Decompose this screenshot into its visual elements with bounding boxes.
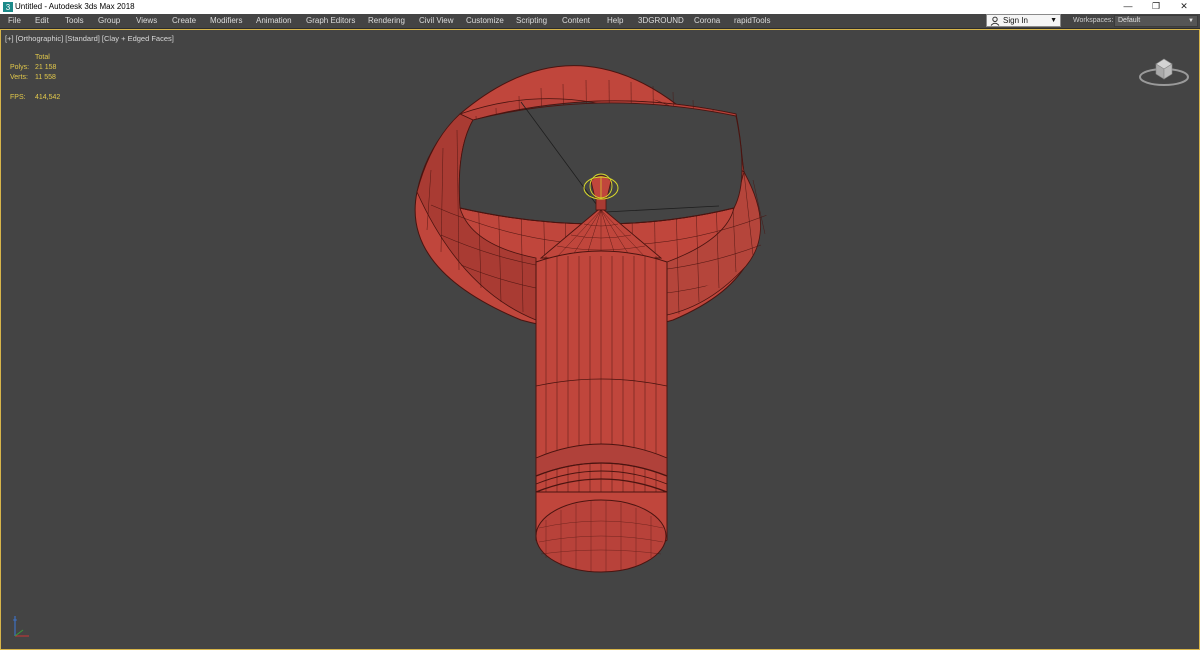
menu-edit[interactable]: Edit (35, 14, 49, 28)
menu-animation[interactable]: Animation (256, 14, 292, 28)
chevron-down-icon: ▼ (1188, 18, 1194, 24)
window-title: Untitled - Autodesk 3ds Max 2018 (15, 2, 135, 11)
menu-views[interactable]: Views (136, 14, 157, 28)
menu-civil-view[interactable]: Civil View (419, 14, 454, 28)
menu-rapidtools[interactable]: rapidTools (734, 14, 770, 28)
minimize-button[interactable]: — (1114, 0, 1142, 14)
user-icon (990, 16, 1000, 26)
menu-rendering[interactable]: Rendering (368, 14, 405, 28)
menu-graph-editors[interactable]: Graph Editors (306, 14, 355, 28)
perspective-viewport[interactable]: [+] [Orthographic] [Standard] [Clay + Ed… (0, 29, 1200, 650)
lamp-body (535, 250, 668, 573)
workspace-value: Default (1118, 17, 1141, 24)
chevron-down-icon: ▼ (1050, 17, 1057, 24)
lamp-model[interactable] (1, 30, 1199, 649)
menu-scripting[interactable]: Scripting (516, 14, 547, 28)
title-bar: 3 Untitled - Autodesk 3ds Max 2018 — ❐ ✕ (0, 0, 1200, 14)
menu-group[interactable]: Group (98, 14, 120, 28)
menu-help[interactable]: Help (607, 14, 623, 28)
close-button[interactable]: ✕ (1170, 0, 1198, 14)
menu-create[interactable]: Create (172, 14, 196, 28)
maximize-button[interactable]: ❐ (1142, 0, 1170, 14)
workspaces-label: Workspaces: (1073, 17, 1114, 24)
sign-in-button[interactable]: Sign In ▼ (986, 14, 1061, 27)
menu-3dground[interactable]: 3DGROUND (638, 14, 684, 28)
3dsmax-app-icon: 3 (3, 2, 13, 12)
menu-corona[interactable]: Corona (694, 14, 720, 28)
menu-tools[interactable]: Tools (65, 14, 84, 28)
svg-text:3: 3 (6, 3, 11, 12)
menu-modifiers[interactable]: Modifiers (210, 14, 242, 28)
menu-content[interactable]: Content (562, 14, 590, 28)
menu-file[interactable]: File (8, 14, 21, 28)
workspace-select[interactable]: Default ▼ (1114, 15, 1198, 27)
world-axis-icon (13, 616, 29, 637)
menu-customize[interactable]: Customize (466, 14, 504, 28)
sign-in-label: Sign In (1003, 16, 1028, 25)
